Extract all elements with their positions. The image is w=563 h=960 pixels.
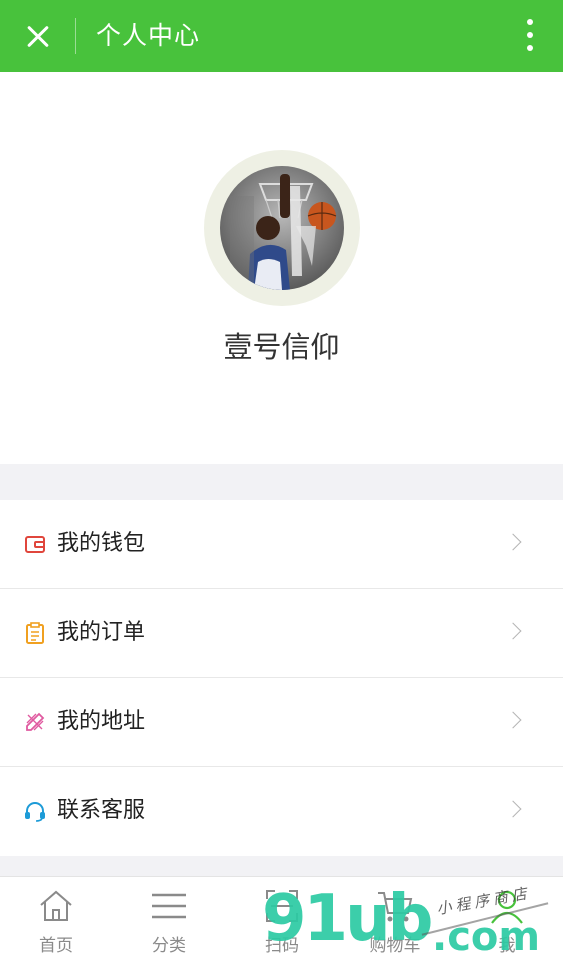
username: 壹号信仰	[223, 330, 340, 364]
chevron-right-icon	[504, 622, 522, 640]
headset-icon	[25, 802, 45, 822]
top-nav-bar: 个人中心	[0, 0, 563, 72]
chevron-right-icon	[504, 711, 522, 729]
menu-item-label: 我的地址	[57, 709, 146, 734]
section-gap	[0, 856, 563, 876]
menu-item-address[interactable]: 我的地址	[0, 678, 563, 767]
menu-item-wallet[interactable]: 我的钱包	[0, 500, 563, 589]
menu-item-label: 我的订单	[57, 620, 146, 645]
tab-label: 分类	[152, 936, 186, 956]
order-list-icon	[26, 622, 44, 644]
menu-item-customer-service[interactable]: 联系客服	[0, 767, 563, 856]
divider	[75, 18, 76, 54]
more-vertical-icon[interactable]	[525, 18, 535, 54]
home-icon	[40, 890, 72, 921]
address-edit-icon	[26, 712, 45, 731]
profile-section: 壹号信仰	[0, 72, 563, 464]
page-title: 个人中心	[96, 21, 201, 50]
avatar[interactable]	[220, 166, 344, 290]
watermark-domain: .com	[432, 914, 541, 960]
menu-list: 我的钱包 我的订单 我的地址 联系客服	[0, 500, 563, 856]
close-icon[interactable]	[18, 16, 58, 56]
watermark-logo: 91ub	[262, 882, 433, 956]
menu-item-label: 我的钱包	[57, 531, 146, 556]
section-gap	[0, 464, 563, 500]
wallet-icon	[25, 536, 45, 553]
menu-item-orders[interactable]: 我的订单	[0, 589, 563, 678]
category-list-icon	[152, 893, 186, 919]
menu-item-label: 联系客服	[57, 798, 146, 823]
avatar-frame	[204, 150, 360, 306]
chevron-right-icon	[504, 800, 522, 818]
tab-label: 首页	[39, 936, 73, 956]
tab-home[interactable]: 首页	[0, 877, 112, 960]
chevron-right-icon	[504, 533, 522, 551]
tab-category[interactable]: 分类	[113, 877, 225, 960]
